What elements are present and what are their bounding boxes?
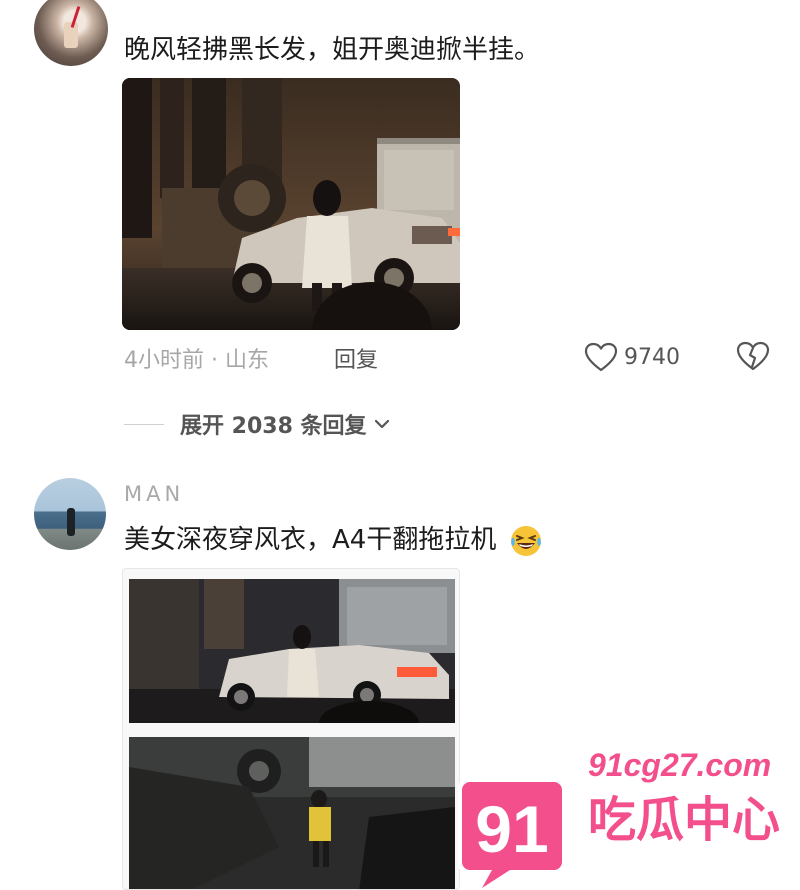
laughing-tears-emoji-icon xyxy=(510,525,541,556)
heart-icon xyxy=(584,342,618,372)
dislike-button[interactable] xyxy=(736,340,770,374)
divider-line xyxy=(124,423,164,425)
comment-photo[interactable] xyxy=(122,78,460,330)
comment-text: 美女深夜穿风衣，A4干翻拖拉机 xyxy=(124,522,543,558)
user-avatar[interactable] xyxy=(34,0,108,66)
comment-time-location: 4小时前 · 山东 xyxy=(124,348,269,373)
comment-thread: 晚风轻拂黑长发，姐开奥迪掀半挂。 4小时前 · 山东 回复 9740 展开 20… xyxy=(0,0,800,890)
chevron-down-icon xyxy=(374,419,389,429)
user-avatar[interactable] xyxy=(34,478,106,550)
overturned-tractor-image xyxy=(129,737,455,889)
expand-replies-label: 展开 2038 条回复 xyxy=(180,414,367,439)
comment-photo-bottom[interactable] xyxy=(129,737,455,889)
watermark-badge: 91 xyxy=(475,792,548,866)
watermark-name: 吃瓜中心 xyxy=(588,792,780,848)
watermark-logo: 91 91cg27.com 吃瓜中心 xyxy=(458,747,781,888)
like-count: 9740 xyxy=(624,344,680,370)
car-scene-image xyxy=(129,579,455,723)
comment-text: 晚风轻拂黑长发，姐开奥迪掀半挂。 xyxy=(124,35,541,65)
night-car-scene-image xyxy=(122,78,460,330)
username[interactable]: MAN xyxy=(124,482,184,506)
comment-photo-top[interactable] xyxy=(129,579,455,723)
broken-heart-icon xyxy=(736,341,770,371)
standing-person xyxy=(67,508,75,536)
comment-meta: 4小时前 · 山东 回复 9740 xyxy=(124,340,774,374)
comment-text-body: 美女深夜穿风衣，A4干翻拖拉机 xyxy=(124,525,497,555)
reply-button[interactable]: 回复 xyxy=(334,342,378,374)
like-button[interactable]: 9740 xyxy=(584,340,680,374)
watermark-domain: 91cg27.com xyxy=(588,747,771,783)
site-watermark: 91 91cg27.com 吃瓜中心 xyxy=(452,712,792,890)
comment-photo-collage[interactable] xyxy=(122,568,460,890)
expand-replies-button[interactable]: 展开 2038 条回复 xyxy=(124,408,391,440)
